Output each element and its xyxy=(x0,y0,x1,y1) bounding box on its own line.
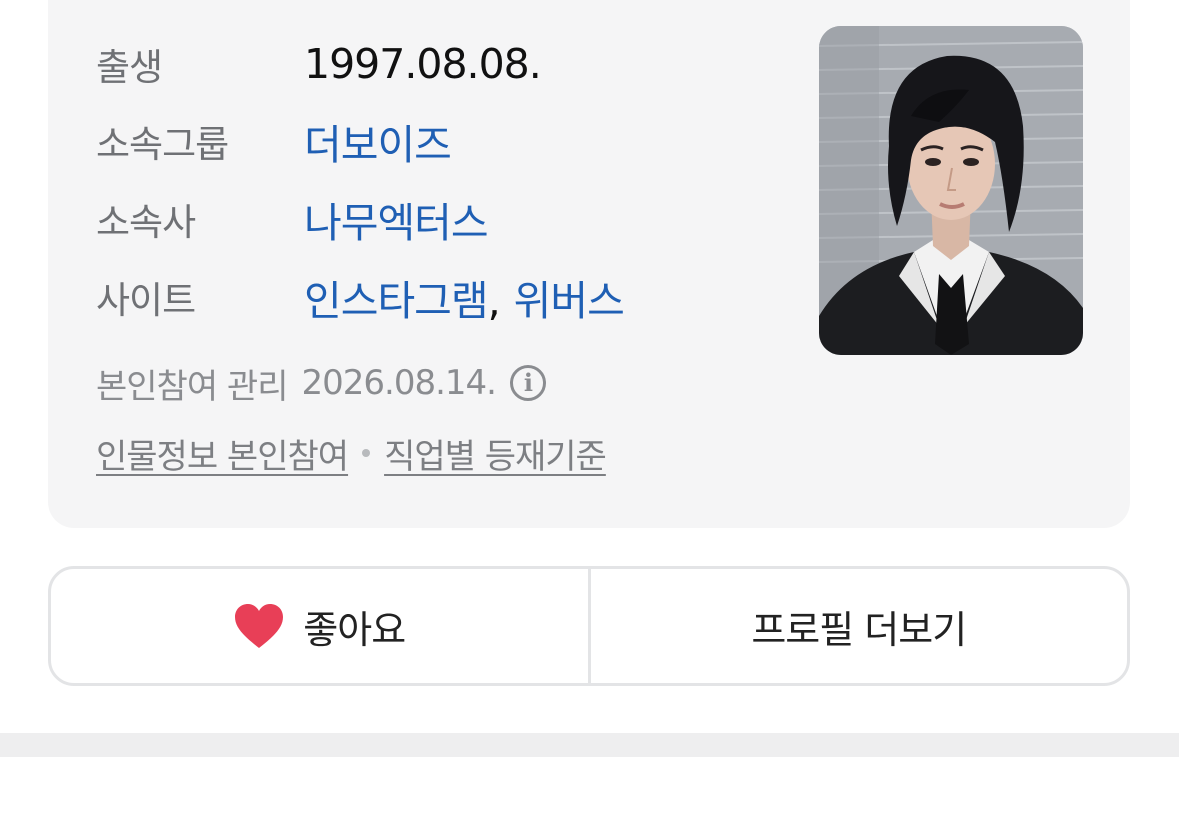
heart-icon xyxy=(235,604,284,648)
registration-criteria-link[interactable]: 직업별 등재기준 xyxy=(384,429,607,478)
birth-row: 출생 1997.08.08. xyxy=(96,36,542,92)
self-manage-row: 본인참여 관리 2026.08.14. i xyxy=(96,356,546,410)
agency-link[interactable]: 나무엑터스 xyxy=(304,189,489,249)
more-profile-button[interactable]: 프로필 더보기 xyxy=(591,569,1128,683)
self-manage-date: 2026.08.14. xyxy=(301,363,497,403)
weverse-link[interactable]: 위버스 xyxy=(514,277,625,325)
section-divider xyxy=(0,733,1179,757)
site-row: 사이트 인스타그램, 위버스 xyxy=(96,269,625,325)
like-label: 좋아요 xyxy=(303,607,406,652)
site-separator: , xyxy=(487,277,501,325)
agency-row: 소속사 나무엑터스 xyxy=(96,189,489,249)
instagram-link[interactable]: 인스타그램 xyxy=(304,277,489,325)
group-link[interactable]: 더보이즈 xyxy=(304,111,452,171)
self-participation-link[interactable]: 인물정보 본인참여 xyxy=(96,429,349,478)
like-button[interactable]: 좋아요 xyxy=(51,569,588,683)
info-icon[interactable]: i xyxy=(509,365,546,401)
birth-label: 출생 xyxy=(96,46,163,89)
more-profile-label: 프로필 더보기 xyxy=(751,607,967,652)
group-row: 소속그룹 더보이즈 xyxy=(96,111,452,171)
portrait-image xyxy=(819,26,1083,355)
group-label: 소속그룹 xyxy=(96,123,229,166)
profile-page: 출생 1997.08.08. 소속그룹 더보이즈 소속사 나무엑터스 사이트 인… xyxy=(0,0,1179,822)
site-label: 사이트 xyxy=(96,279,196,322)
agency-label: 소속사 xyxy=(96,201,196,244)
self-manage-label: 본인참여 관리 xyxy=(96,366,288,407)
action-buttons: 좋아요 프로필 더보기 xyxy=(48,566,1130,686)
footer-links: 인물정보 본인참여 직업별 등재기준 xyxy=(96,426,607,480)
profile-photo[interactable] xyxy=(819,26,1083,355)
birth-value: 1997.08.08. xyxy=(304,40,542,88)
link-separator-dot xyxy=(362,449,371,457)
